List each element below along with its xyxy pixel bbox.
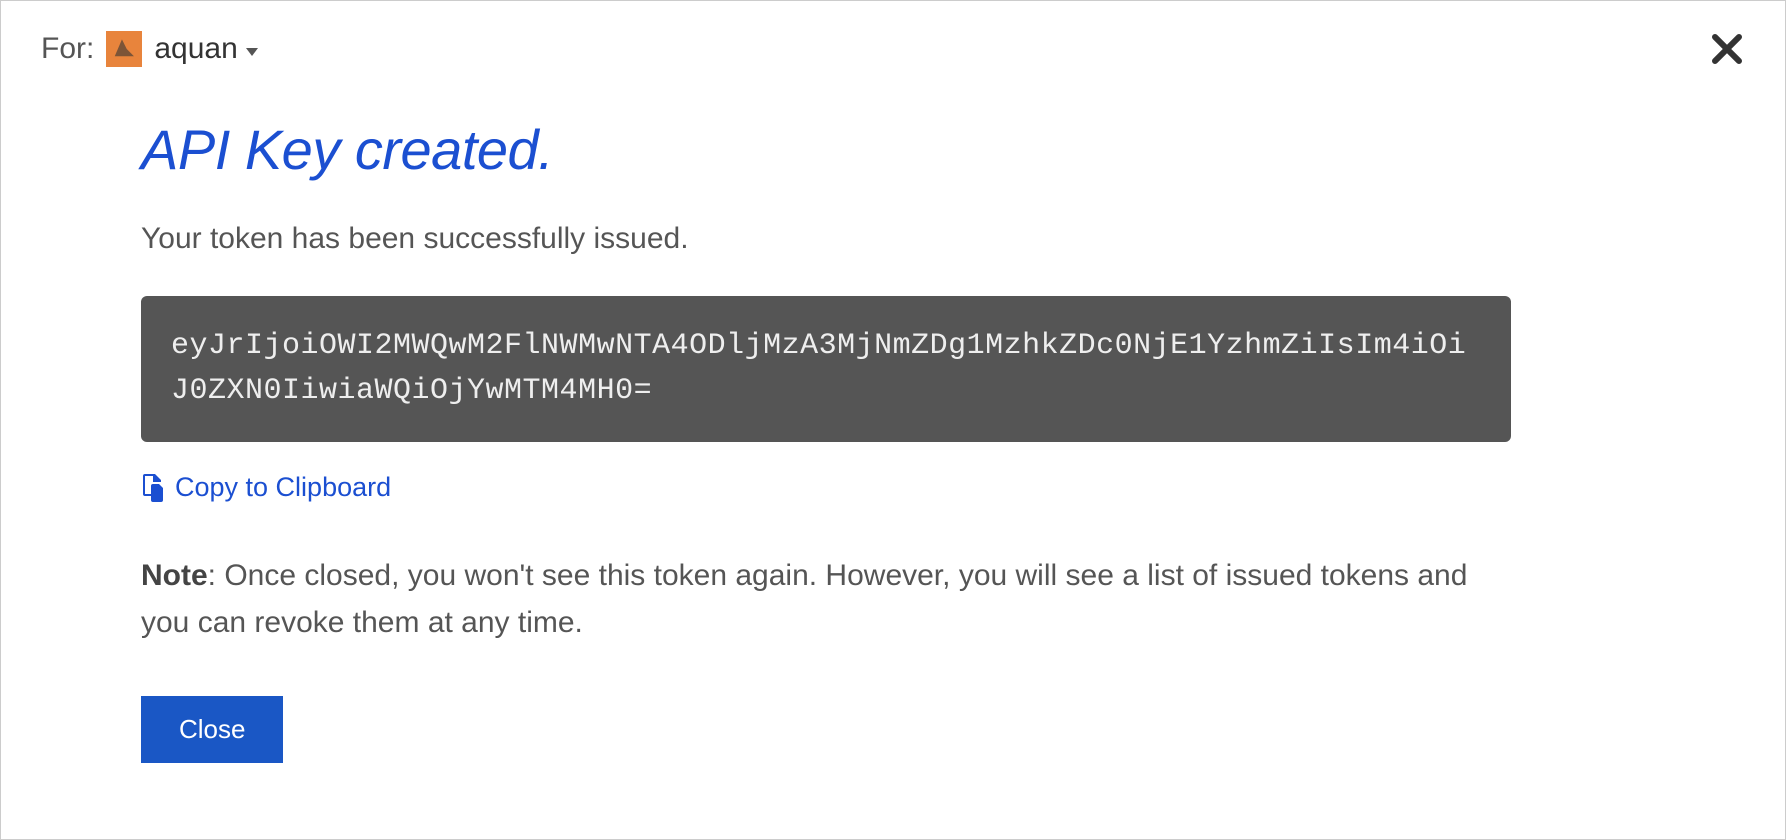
for-label: For: (41, 32, 94, 66)
user-avatar (106, 31, 142, 67)
username-label: aquan (154, 32, 237, 66)
page-title: API Key created. (141, 117, 1511, 182)
subtitle-text: Your token has been successfully issued. (141, 222, 1511, 256)
close-icon[interactable] (1709, 31, 1745, 67)
chevron-down-icon (246, 48, 258, 56)
close-button[interactable]: Close (141, 696, 283, 763)
for-section: For: aquan (41, 31, 258, 67)
copy-to-clipboard-link[interactable]: Copy to Clipboard (141, 472, 391, 503)
dialog-content: API Key created. Your token has been suc… (1, 77, 1661, 803)
user-dropdown[interactable]: aquan (154, 32, 257, 66)
note-label: Note (141, 559, 208, 592)
note-text: Note: Once closed, you won't see this to… (141, 553, 1511, 646)
note-body: : Once closed, you won't see this token … (141, 559, 1467, 639)
token-value[interactable]: eyJrIjoiOWI2MWQwM2FlNWMwNTA4ODljMzA3MjNm… (141, 296, 1511, 442)
copy-label: Copy to Clipboard (175, 472, 391, 503)
clipboard-icon (141, 474, 165, 502)
dialog-header: For: aquan (1, 1, 1785, 77)
